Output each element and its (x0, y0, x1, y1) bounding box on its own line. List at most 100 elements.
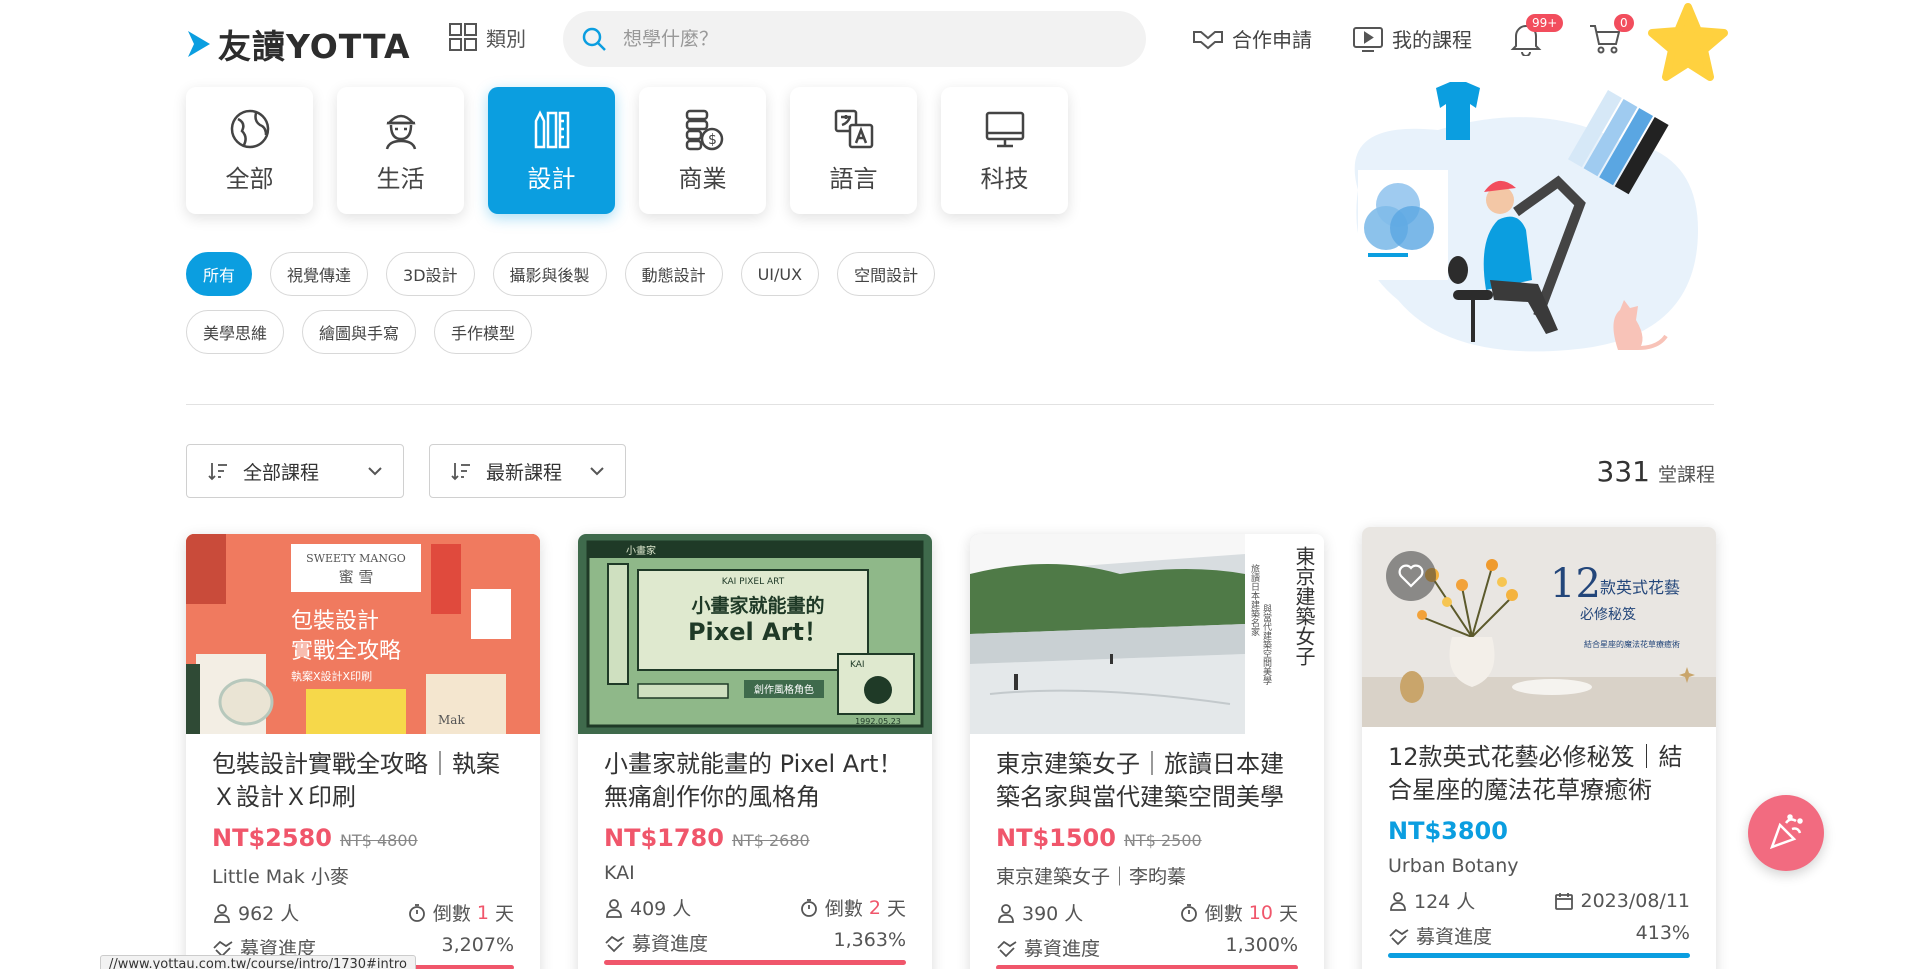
teacher-name: Urban Botany (1388, 855, 1519, 877)
course-card[interactable]: 小畫家 KAI PIXEL ART 小畫家就能畫的 Pixel Art！ 創作風… (578, 534, 932, 969)
image-text: 蜜 雪 (339, 568, 374, 586)
course-count-unit: 堂課程 (1657, 464, 1715, 486)
student-count-text: 124 人 (1414, 891, 1476, 913)
student-count-text: 390 人 (1022, 903, 1084, 925)
course-filter-select[interactable]: 全部課程 (186, 444, 404, 498)
user-icon (998, 903, 1014, 923)
packaging-thumbnail-art: SWEETY MANGO 蜜 雪 包裝設計 實戰全攻略 執案X設計X印刷 Mak (186, 534, 540, 734)
course-count: 331 堂課程 (1597, 455, 1715, 488)
play-logo-icon (188, 31, 210, 57)
funding-percent: 3,207% (441, 934, 514, 956)
tile-language[interactable]: 語言 (790, 87, 917, 214)
image-text: 東京建築女子 (1292, 546, 1316, 666)
tile-business[interactable]: $ 商業 (639, 87, 766, 214)
chevron-down-icon (368, 467, 382, 476)
funding-progress-bar (604, 960, 906, 965)
teacher-name: Little Mak 小麥 (212, 866, 349, 888)
heart-icon (1398, 564, 1424, 588)
course-sort-select[interactable]: 最新課程 (429, 444, 626, 498)
course-price: NT$1500 (996, 824, 1116, 852)
top-nav: 友讀YOTTA 類別 合作申請 我的課程 99+ 0 (0, 0, 1915, 81)
image-text: 12 (1550, 561, 1601, 607)
image-text: 必修秘笈 (1580, 606, 1636, 623)
section-divider (186, 404, 1714, 405)
search-bar[interactable] (563, 11, 1146, 67)
grid-icon (449, 23, 477, 51)
user-avatar[interactable] (1646, 3, 1730, 85)
tile-label: 全部 (225, 165, 274, 193)
countdown-prefix: 倒數 (1204, 903, 1243, 925)
countdown-prefix: 倒數 (432, 903, 471, 925)
countdown: 倒數 1 天 (407, 899, 514, 926)
favorite-button[interactable] (1386, 551, 1436, 601)
image-text: 旅讀日本建築名家 (1249, 563, 1260, 636)
student-count-text: 962 人 (238, 903, 300, 925)
notification-button[interactable]: 99+ (1510, 14, 1564, 58)
categories-label: 類別 (486, 26, 526, 51)
floating-action-button[interactable] (1748, 795, 1824, 871)
launch-date-text: 2023/08/11 (1580, 889, 1690, 912)
tile-tech[interactable]: 科技 (941, 87, 1068, 214)
course-thumbnail: SWEETY MANGO 蜜 雪 包裝設計 實戰全攻略 執案X設計X印刷 Mak (186, 534, 540, 734)
image-text: 執案X設計X印刷 (291, 669, 372, 683)
partner-link[interactable]: 合作申請 (1192, 24, 1312, 53)
image-text: 結合星座的魔法花草療癒術 (1584, 639, 1680, 649)
course-card[interactable]: 12 款英式花藝 必修秘笈 結合星座的魔法花草療癒術 12款英式花藝必修秘笈｜結… (1362, 527, 1716, 969)
image-text: 小畫家就能畫的 (691, 594, 824, 617)
tile-life[interactable]: 生活 (337, 87, 464, 214)
chip-motion-design[interactable]: 動態設計 (624, 252, 723, 296)
monitor-icon (985, 111, 1024, 148)
student-count: 124 人 (1388, 887, 1475, 914)
timer-icon (408, 903, 425, 922)
image-text: 款英式花藝 (1600, 578, 1680, 597)
chip-space-design[interactable]: 空間設計 (837, 252, 936, 296)
search-input[interactable] (623, 28, 1103, 50)
my-courses-label: 我的課程 (1392, 28, 1472, 52)
user-icon (214, 903, 230, 923)
architecture-thumbnail-art: 東京建築女子 旅讀日本建築名家 與當代建築空間美學 (970, 534, 1324, 734)
image-text: SWEETY MANGO (306, 552, 406, 565)
logo[interactable]: 友讀YOTTA (186, 20, 411, 68)
image-text: Pixel Art！ (688, 618, 828, 646)
sort-icon (451, 463, 470, 481)
countdown-unit: 天 (1278, 903, 1298, 925)
category-tiles: 全部 生活 設計 $ 商業 語言 科技 (186, 87, 1068, 214)
chip-ui-ux[interactable]: UI/UX (740, 252, 820, 296)
course-title: 12款英式花藝必修秘笈｜結合星座的魔法花草療癒術 (1388, 743, 1683, 804)
image-text: 實戰全攻略 (291, 639, 401, 664)
image-text: KAI (850, 660, 865, 670)
funding-label-text: 募資進度 (1024, 938, 1101, 960)
handshake-icon (997, 940, 1017, 957)
course-price: NT$1780 (604, 824, 724, 852)
funding-progress-label: 募資進度 (996, 934, 1100, 961)
video-play-icon (1353, 26, 1383, 52)
user-icon (1390, 891, 1406, 911)
chip-drawing-handwriting[interactable]: 繪圖與手寫 (302, 310, 417, 354)
categories-button[interactable]: 類別 (448, 22, 526, 52)
chip-visual-communication[interactable]: 視覺傳達 (270, 252, 369, 296)
chip-aesthetics[interactable]: 美學思維 (186, 310, 285, 354)
notification-badge: 99+ (1526, 14, 1564, 32)
chip-all[interactable]: 所有 (186, 252, 253, 296)
handshake-icon (1193, 30, 1223, 49)
original-price: NT$ 4800 (339, 831, 418, 850)
chip-3d-design[interactable]: 3D設計 (386, 252, 475, 296)
my-courses-link[interactable]: 我的課程 (1352, 24, 1472, 53)
coins-icon: $ (685, 109, 723, 151)
cart-button[interactable]: 0 (1588, 14, 1634, 58)
tile-design[interactable]: 設計 (488, 87, 615, 214)
globe-icon (230, 109, 269, 149)
star-avatar-icon (1648, 3, 1728, 81)
course-card[interactable]: 東京建築女子 旅讀日本建築名家 與當代建築空間美學 東京建築女子｜旅讀日本建築名… (970, 534, 1324, 969)
course-price: NT$2580 (212, 824, 332, 852)
course-thumbnail: 東京建築女子 旅讀日本建築名家 與當代建築空間美學 (970, 534, 1324, 734)
chip-handmade-model[interactable]: 手作模型 (434, 310, 533, 354)
tile-all[interactable]: 全部 (186, 87, 313, 214)
chip-photography[interactable]: 攝影與後製 (492, 252, 607, 296)
funding-progress-bar (996, 965, 1298, 969)
funding-percent: 1,363% (833, 929, 906, 951)
cart-badge: 0 (1614, 14, 1634, 32)
handshake-icon (1389, 928, 1409, 945)
course-card[interactable]: SWEETY MANGO 蜜 雪 包裝設計 實戰全攻略 執案X設計X印刷 Mak… (186, 534, 540, 969)
funding-progress-label: 募資進度 (604, 929, 708, 956)
